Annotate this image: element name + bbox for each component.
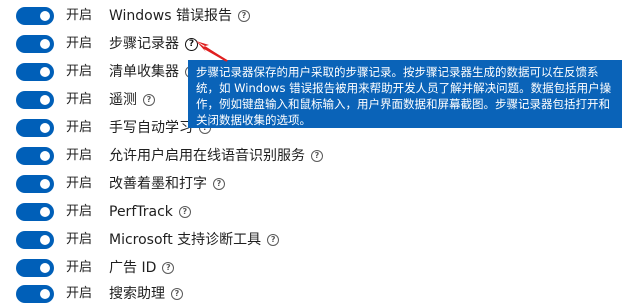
setting-label: Windows 错误报告? [109, 6, 250, 26]
setting-row-search-assistant: 开启 搜索助理? [0, 280, 640, 308]
tooltip-text: 步骤记录器保存的用户采取的步骤记录。按步骤记录器生成的数据可以在反馈系统，如 W… [196, 65, 612, 127]
toggle-state-label: 开启 [66, 64, 93, 79]
toggle-state-label: 开启 [66, 260, 93, 275]
setting-label: Microsoft 支持诊断工具? [109, 230, 280, 250]
toggle-state-label: 开启 [66, 120, 93, 135]
toggle-state-label: 开启 [66, 92, 93, 107]
toggle-switch[interactable] [16, 175, 54, 193]
setting-row-windows-error-reporting: 开启 Windows 错误报告? [0, 2, 640, 30]
setting-label-text: 广告 ID [109, 260, 157, 276]
setting-label-text: 搜索助理 [109, 286, 165, 302]
setting-label: 改善着墨和打字? [109, 174, 225, 194]
setting-label-text: 步骤记录器 [109, 36, 179, 52]
setting-row-support-diagnostic-tool: 开启 Microsoft 支持诊断工具? [0, 226, 640, 254]
toggle-knob [40, 235, 50, 245]
setting-label-text: PerfTrack [109, 204, 173, 220]
toggle-knob [40, 179, 50, 189]
toggle-knob [40, 39, 50, 49]
toggle-switch[interactable] [16, 147, 54, 165]
help-icon[interactable]: ? [267, 234, 280, 246]
setting-row-perftrack: 开启 PerfTrack? [0, 198, 640, 226]
help-icon[interactable]: ? [311, 150, 323, 162]
setting-label-text: Microsoft 支持诊断工具 [109, 232, 262, 248]
toggle-state-label: 开启 [66, 286, 93, 301]
toggle-knob [40, 123, 50, 133]
toggle-state-label: 开启 [66, 36, 93, 51]
help-icon[interactable]: ? [143, 94, 155, 106]
setting-label-text: 手写自动学习 [109, 120, 193, 136]
setting-label: PerfTrack? [109, 202, 191, 222]
help-icon[interactable]: ? [237, 10, 250, 22]
toggle-switch[interactable] [16, 91, 54, 109]
toggle-switch[interactable] [16, 231, 54, 249]
toggle-knob [40, 207, 50, 217]
toggle-knob [40, 67, 50, 77]
help-icon[interactable]: ? [213, 178, 225, 190]
toggle-switch[interactable] [16, 285, 54, 303]
toggle-knob [40, 11, 50, 21]
help-icon[interactable]: ? [178, 206, 191, 218]
setting-label-text: 遥测 [109, 92, 137, 108]
setting-label: 广告 ID? [109, 258, 175, 278]
toggle-switch[interactable] [16, 203, 54, 221]
toggle-state-label: 开启 [66, 176, 93, 191]
setting-label-text: 改善着墨和打字 [109, 176, 207, 192]
toggle-switch[interactable] [16, 63, 54, 81]
setting-row-online-speech-recognition: 开启 允许用户启用在线语音识别服务? [0, 142, 640, 170]
setting-label-text: Windows 错误报告 [109, 8, 232, 24]
toggle-state-label: 开启 [66, 8, 93, 23]
help-icon[interactable]: ? [162, 262, 175, 274]
setting-label-text: 允许用户启用在线语音识别服务 [109, 148, 305, 164]
toggle-knob [40, 151, 50, 161]
setting-label: 搜索助理? [109, 284, 183, 304]
pointer-arrow-icon [196, 41, 228, 62]
toggle-knob [40, 263, 50, 273]
setting-label: 清单收集器? [109, 62, 197, 82]
setting-row-inking-typing: 开启 改善着墨和打字? [0, 170, 640, 198]
toggle-state-label: 开启 [66, 232, 93, 247]
toggle-switch[interactable] [16, 35, 54, 53]
toggle-knob [40, 95, 50, 105]
toggle-knob [40, 289, 50, 299]
toggle-switch[interactable] [16, 7, 54, 25]
help-icon[interactable]: ? [171, 288, 183, 300]
toggle-switch[interactable] [16, 259, 54, 277]
toggle-state-label: 开启 [66, 148, 93, 163]
setting-label-text: 清单收集器 [109, 64, 179, 80]
toggle-state-label: 开启 [66, 204, 93, 219]
setting-label: 步骤记录器? [109, 34, 198, 54]
setting-row-advertising-id: 开启 广告 ID? [0, 254, 640, 282]
help-tooltip: 步骤记录器保存的用户采取的步骤记录。按步骤记录器生成的数据可以在反馈系统，如 W… [188, 60, 622, 128]
setting-row-steps-recorder: 开启 步骤记录器? [0, 30, 640, 58]
toggle-switch[interactable] [16, 119, 54, 137]
setting-label: 允许用户启用在线语音识别服务? [109, 146, 323, 166]
setting-label: 遥测? [109, 90, 155, 110]
